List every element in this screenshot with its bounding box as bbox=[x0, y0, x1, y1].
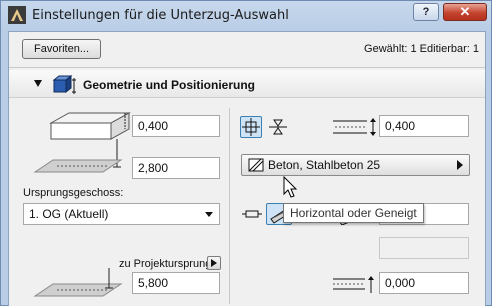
column-divider bbox=[229, 108, 230, 304]
building-material-button[interactable]: Beton, Stahlbeton 25 bbox=[241, 154, 470, 176]
section-title: Geometrie und Positionierung bbox=[83, 78, 256, 92]
disabled-input bbox=[379, 237, 469, 259]
beam-thickness-input[interactable]: 0,400 bbox=[379, 115, 469, 137]
beam-thickness-icon bbox=[333, 118, 376, 136]
favorites-button[interactable]: Favoriten... bbox=[22, 39, 101, 59]
horizontal-beam-icon[interactable] bbox=[242, 206, 262, 222]
mouse-pointer-icon bbox=[283, 176, 298, 198]
archicad-app-icon bbox=[8, 6, 26, 24]
close-button[interactable]: ✕ bbox=[443, 3, 487, 21]
project-origin-plane-icon bbox=[33, 268, 123, 297]
beam-width-input[interactable]: 0,400 bbox=[132, 115, 220, 137]
origin-story-dropdown[interactable]: 1. OG (Aktuell) bbox=[23, 203, 220, 225]
beam-settings-icon bbox=[52, 74, 76, 94]
origin-story-value: 1. OG (Aktuell) bbox=[29, 207, 109, 221]
origin-story-label: Ursprungsgeschoss: bbox=[23, 187, 124, 199]
collapse-triangle-icon[interactable] bbox=[34, 80, 42, 87]
window-title: Einstellungen für die Unterzug-Auswahl bbox=[32, 8, 289, 23]
title-bar[interactable]: Einstellungen für die Unterzug-Auswahl ?… bbox=[1, 1, 491, 31]
play-arrow-icon bbox=[211, 259, 217, 267]
vertical-offset-input[interactable]: 0,000 bbox=[379, 272, 469, 294]
chevron-right-icon bbox=[457, 160, 463, 170]
project-origin-input[interactable]: 5,800 bbox=[132, 272, 220, 294]
anchor-center-toggle[interactable] bbox=[240, 116, 262, 138]
vertical-offset-icon bbox=[333, 276, 374, 293]
selection-info: Gewählt: 1 Editierbar: 1 bbox=[364, 43, 479, 55]
tooltip: Horizontal oder Geneigt bbox=[283, 203, 424, 223]
chevron-down-icon bbox=[205, 212, 213, 217]
reference-plane-icon bbox=[33, 159, 123, 173]
dialog-window: Einstellungen für die Unterzug-Auswahl ?… bbox=[0, 0, 492, 306]
material-label: Beton, Stahlbeton 25 bbox=[268, 158, 381, 172]
project-origin-label: zu Projektursprung bbox=[119, 258, 212, 270]
divider bbox=[9, 67, 485, 68]
anchor-center-icon bbox=[242, 118, 260, 136]
project-origin-toggle[interactable] bbox=[207, 256, 221, 270]
help-button[interactable]: ? bbox=[413, 3, 439, 21]
material-fill-icon bbox=[248, 158, 264, 172]
dialog-client: Favoriten... Gewählt: 1 Editierbar: 1 Ge… bbox=[8, 31, 486, 306]
anchor-mirror-icon[interactable] bbox=[267, 117, 289, 137]
beam-height-input[interactable]: 2,800 bbox=[132, 157, 220, 179]
top-bar: Favoriten... Gewählt: 1 Editierbar: 1 bbox=[9, 32, 485, 68]
